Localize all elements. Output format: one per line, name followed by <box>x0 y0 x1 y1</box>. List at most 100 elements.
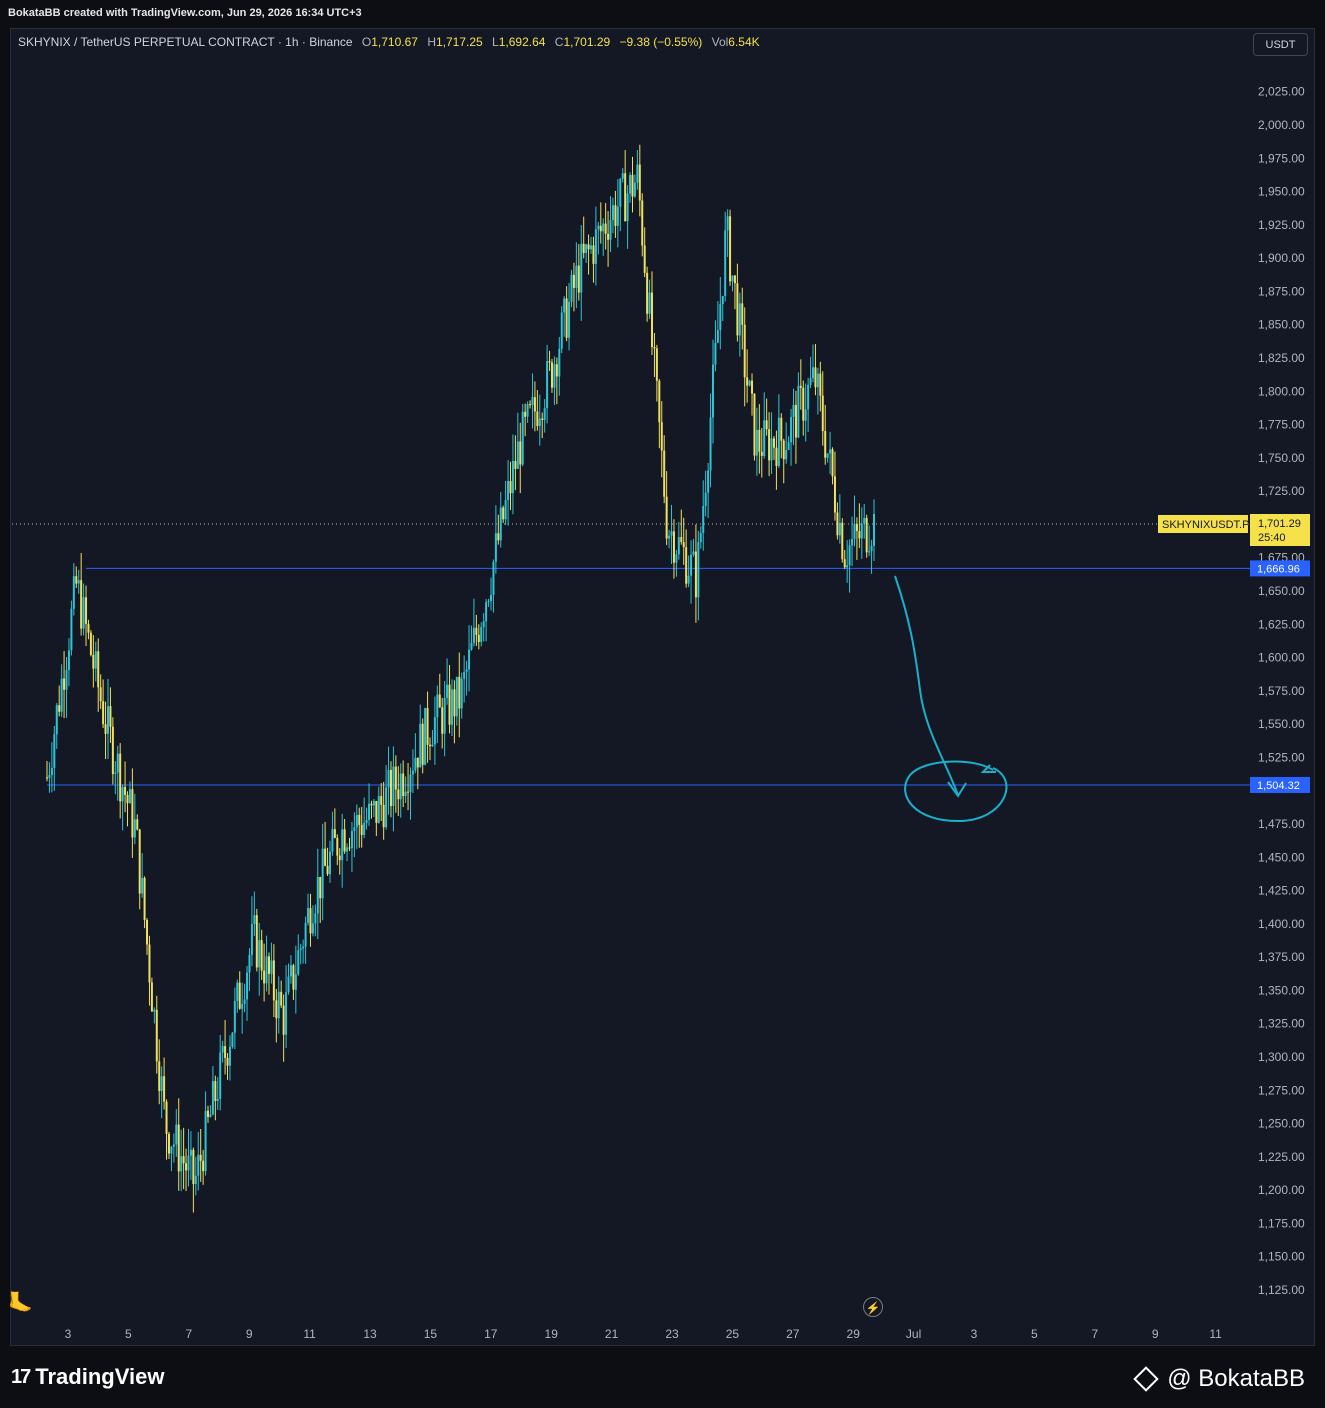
candle-body <box>341 829 344 861</box>
candle-body <box>804 409 807 421</box>
candle-body <box>590 245 593 250</box>
x-tick-label: 25 <box>726 1327 740 1341</box>
cursor-tool-icon[interactable]: 🦶 <box>8 1290 33 1315</box>
candle-body <box>287 976 290 993</box>
candle-body <box>577 265 580 293</box>
candle-body <box>824 431 827 458</box>
candle-body <box>207 1110 210 1117</box>
candle-body <box>346 847 349 852</box>
candle-body <box>175 1124 178 1145</box>
x-tick-label: 13 <box>363 1327 377 1341</box>
candle-body <box>665 496 668 539</box>
high-value: 1,717.25 <box>435 35 483 49</box>
candle-body <box>402 773 405 797</box>
candle-body <box>626 193 629 222</box>
candle-body <box>841 522 844 560</box>
candle-body <box>709 417 712 471</box>
candle-body <box>719 304 722 331</box>
candle-body <box>536 411 539 427</box>
currency-button[interactable]: USDT <box>1253 33 1308 56</box>
candle-body <box>421 723 424 765</box>
candle-body <box>224 1046 227 1058</box>
candle-body <box>285 992 288 1035</box>
candle-body <box>250 923 253 955</box>
candle-body <box>546 361 549 409</box>
candle-body <box>570 274 573 302</box>
candle-body <box>333 829 336 838</box>
chart-svg[interactable]: 2,025.00 2,000.00 1,975.00 1,950.00 1,925.00… <box>0 0 1325 1408</box>
candle-body <box>236 982 239 1002</box>
candle-body <box>165 1101 168 1134</box>
candle-body <box>780 417 783 441</box>
y-tick-label: 1,775.00 <box>1258 418 1305 432</box>
candle-body <box>124 786 127 795</box>
candle-body <box>553 364 556 388</box>
candle-body <box>321 848 324 899</box>
candle-body <box>475 627 478 635</box>
candle-body <box>392 766 395 806</box>
candle-body <box>443 698 446 734</box>
level-lines: 1,666.96 1,504.32 <box>47 560 1310 793</box>
candle-body <box>404 791 407 797</box>
tradingview-logo-icon: 17 <box>11 1365 31 1388</box>
candle-body <box>726 216 729 231</box>
y-tick-label: 1,575.00 <box>1258 684 1305 698</box>
candle-body <box>760 451 763 456</box>
candle-body <box>92 655 95 669</box>
candle-body <box>292 965 295 990</box>
candle-body <box>863 517 866 524</box>
forecast-arrowhead <box>947 781 967 798</box>
y-tick-label: 1,975.00 <box>1258 151 1305 165</box>
y-tick-label: 1,750.00 <box>1258 451 1305 465</box>
y-tick-label: 1,800.00 <box>1258 384 1305 398</box>
candle-body <box>751 380 754 394</box>
candle-body <box>699 532 702 543</box>
candle-body <box>185 1163 188 1171</box>
candle-body <box>809 378 812 385</box>
candle-body <box>480 627 483 642</box>
candle-body <box>65 670 68 690</box>
candle-body <box>109 706 112 727</box>
candle-body <box>648 292 651 314</box>
candle-body <box>385 787 388 828</box>
candle-body <box>787 442 790 450</box>
candle-body <box>770 438 773 461</box>
candle-body <box>638 164 641 201</box>
candle-body <box>246 972 249 1000</box>
volume-label: Vol <box>711 35 729 49</box>
candle-body <box>514 460 517 469</box>
candle-body <box>258 940 261 968</box>
candle-body <box>226 1057 229 1066</box>
candle-body <box>651 292 654 348</box>
candle-body <box>614 205 617 226</box>
candle-body <box>67 650 70 671</box>
candle-body <box>519 441 522 465</box>
candle-body <box>814 367 817 388</box>
candle-body <box>477 634 480 642</box>
candle-body <box>458 676 461 709</box>
candle-body <box>160 1076 163 1091</box>
candle-body <box>729 216 732 282</box>
candle-body <box>63 678 66 690</box>
candle-body <box>304 922 307 947</box>
candle-body <box>450 689 453 725</box>
candle-body <box>807 384 810 410</box>
candle-body <box>533 397 536 412</box>
candle-body <box>482 621 485 628</box>
candle-body <box>853 523 856 540</box>
candle-body <box>558 348 561 377</box>
candle-body <box>272 960 275 1001</box>
candle-body <box>394 766 397 790</box>
x-tick-label: 21 <box>605 1327 619 1341</box>
candle-body <box>492 561 495 595</box>
x-tick-label: 11 <box>1209 1327 1222 1341</box>
candle-body <box>119 753 122 802</box>
candle-body <box>697 542 700 598</box>
candle-body <box>77 580 80 584</box>
candle-body <box>265 956 268 984</box>
lightning-icon[interactable]: ⚡ <box>863 1297 883 1317</box>
candle-body <box>177 1124 180 1172</box>
candle-body <box>655 348 658 381</box>
candle-body <box>331 829 334 852</box>
candle-body <box>163 1076 166 1102</box>
